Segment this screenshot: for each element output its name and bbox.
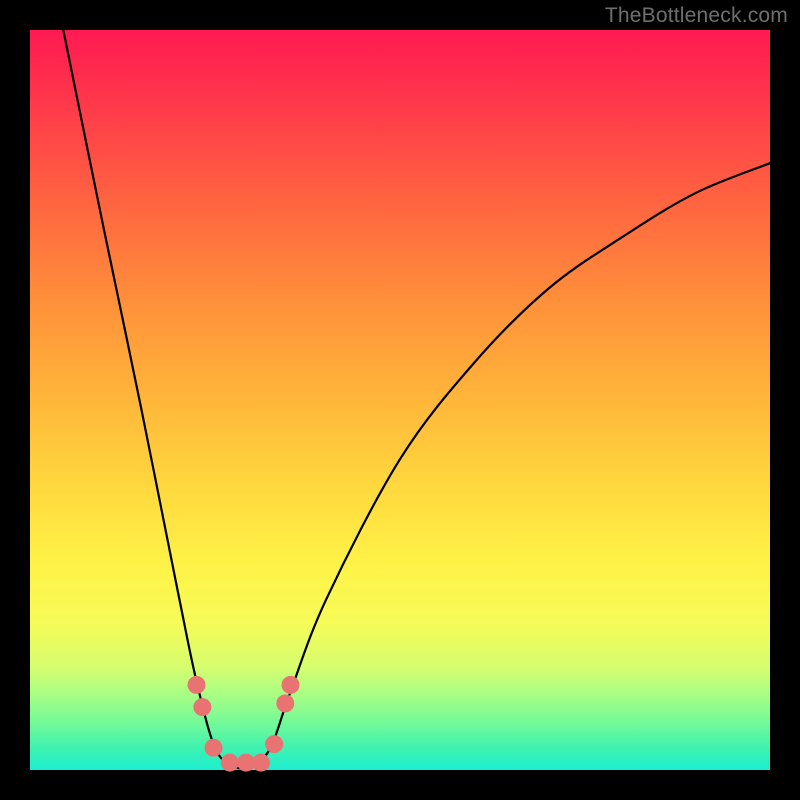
chart-frame: TheBottleneck.com	[0, 0, 800, 800]
watermark-text: TheBottleneck.com	[605, 4, 788, 28]
highlight-dot	[282, 676, 300, 694]
highlight-dots	[188, 676, 300, 772]
highlight-dot	[193, 698, 211, 716]
highlight-dot	[205, 739, 223, 757]
highlight-dot	[221, 754, 239, 772]
bottleneck-curve	[63, 30, 770, 769]
plot-area	[30, 30, 770, 770]
highlight-dot	[265, 735, 283, 753]
curve-layer	[30, 30, 770, 770]
highlight-dot	[276, 694, 294, 712]
highlight-dot	[252, 754, 270, 772]
highlight-dot	[188, 676, 206, 694]
